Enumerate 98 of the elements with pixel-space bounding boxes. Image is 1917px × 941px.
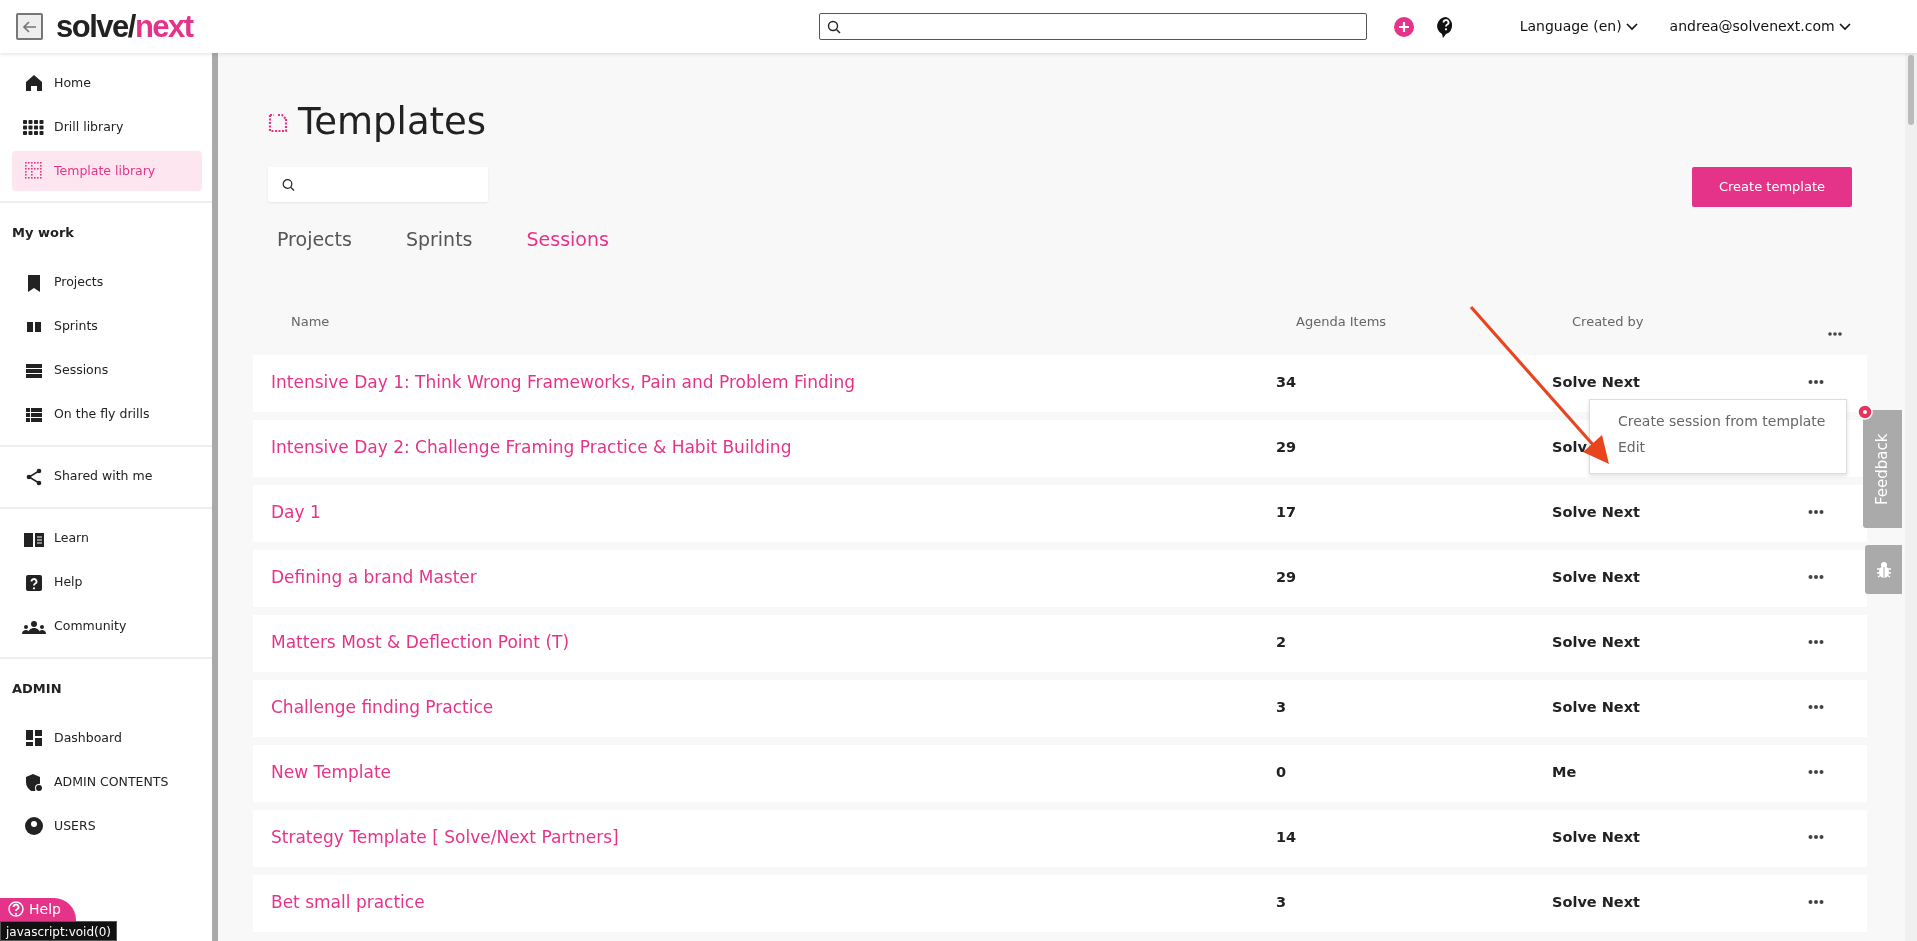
template-name-link[interactable]: Strategy Template [ Solve/Next Partners] [271,825,1276,851]
creator-name: Solve Next [1552,893,1640,913]
template-name-link[interactable]: Day 1 [271,500,1276,526]
agenda-count: 0 [1276,763,1287,783]
template-name-link[interactable]: Bet small practice [271,890,1276,916]
column-header: Created by [1572,313,1644,332]
language-menu[interactable]: Language (en) [1519,16,1638,37]
more-icon [1808,379,1824,385]
chevron-down-icon [1838,22,1851,31]
sidebar-item[interactable]: ADMIN CONTENTS [12,762,202,802]
dotted-grid-icon [25,162,43,180]
bookmark-icon [25,273,43,292]
create-template-button[interactable]: Create template [1692,167,1852,207]
agenda-count: 3 [1276,893,1287,913]
page-title: Templates [298,99,487,145]
sidebar-item[interactable]: Shared with me [12,456,202,497]
agenda-count: 29 [1276,438,1297,458]
template-name-link[interactable]: Matters Most & Deflection Point (T) [271,630,1276,656]
more-icon [1808,704,1824,710]
menu-item[interactable]: Edit [1618,433,1646,460]
template-name-link[interactable]: Challenge finding Practice [271,695,1276,721]
dashboard-icon [25,729,43,747]
creator-name: Solve Next [1552,503,1640,523]
more-button[interactable] [1808,834,1824,842]
sidebar-item[interactable]: Sprints [12,306,202,347]
more-button[interactable] [1808,379,1824,387]
agenda-count: 34 [1276,373,1297,393]
back-arrow-icon [22,20,37,33]
sidebar-item[interactable]: USERS [12,806,202,846]
add-icon[interactable] [1393,16,1414,37]
column-header: Name [291,313,330,332]
sidebar-item[interactable]: Community [12,606,202,647]
template-name-link[interactable]: Defining a brand Master [271,565,1276,591]
agenda-count: 3 [1276,698,1287,718]
tab[interactable]: Projects [277,225,352,254]
sidebar-item[interactable]: Learn [12,518,202,559]
more-icon [1808,574,1824,580]
logo: solve/next [56,11,193,42]
grid-icon [23,118,45,136]
question-circle-icon [8,901,24,917]
search-field[interactable] [268,167,488,202]
section-heading: My work [11,224,75,242]
shield-icon [24,773,44,791]
list-icon [25,405,43,424]
search-field[interactable] [818,13,1367,40]
column-header: Agenda Items [1296,313,1387,332]
bug-icon [1875,560,1892,579]
template-icon [268,111,290,133]
sidebar-item[interactable]: Template library [12,151,202,191]
more-icon [1808,509,1824,515]
sidebar-item[interactable]: Help [12,562,202,603]
list-icon [25,361,43,380]
chevron-down-icon [1625,22,1638,31]
agenda-count: 2 [1276,633,1287,653]
question-icon [25,573,43,592]
tab[interactable]: Sessions [526,225,609,254]
creator-name: Solve Next [1552,633,1640,653]
sidebar-item[interactable]: Sessions [12,350,202,391]
creator-name: Solve Next [1552,828,1640,848]
sidebar-item[interactable]: Drill library [12,107,202,147]
template-name-link[interactable]: Intensive Day 2: Challenge Framing Practice & Habit Building [271,435,1276,461]
tab[interactable]: Sprints [405,225,473,254]
creator-name: Solv [1552,438,1587,458]
creator-name: Solve Next [1552,568,1640,588]
user-menu[interactable]: andrea@solvenext.com [1669,16,1851,37]
more-icon [1808,834,1824,840]
template-name-link[interactable]: New Template [271,760,1276,786]
more-icon [1808,769,1824,775]
search-icon [826,19,841,34]
person-icon [25,817,43,835]
share-icon [25,467,43,486]
section-heading: ADMIN [11,679,63,698]
more-button[interactable] [1808,509,1824,517]
more-icon[interactable] [1828,331,1842,337]
more-button[interactable] [1808,639,1824,647]
creator-name: Solve Next [1552,373,1640,393]
more-icon [1808,639,1824,645]
more-button[interactable] [1808,899,1824,907]
agenda-count: 17 [1276,503,1297,523]
creator-name: Solve Next [1552,698,1640,718]
template-name-link[interactable]: Intensive Day 1: Think Wrong Frameworks, Pain and Problem Finding [271,370,1276,396]
sidebar-item[interactable]: On the fly drills [12,394,202,435]
home-icon [25,74,43,92]
back-button[interactable] [16,13,43,40]
agenda-count: 14 [1276,828,1297,848]
creator-name: Me [1552,763,1577,783]
sidebar-item[interactable]: Projects [12,262,202,303]
sidebar-item[interactable]: Home [12,63,202,103]
scrollbar[interactable] [1905,53,1917,941]
more-icon [1808,899,1824,905]
more-button[interactable] [1808,704,1824,712]
menu-item[interactable]: Create session from template [1618,407,1826,434]
search-icon [282,178,295,191]
status-url-tooltip: javascript:void(0) [0,921,118,941]
sidebar-item[interactable]: Dashboard [12,718,202,758]
more-button[interactable] [1808,769,1824,777]
agenda-count: 29 [1276,568,1297,588]
more-button[interactable] [1808,574,1824,582]
